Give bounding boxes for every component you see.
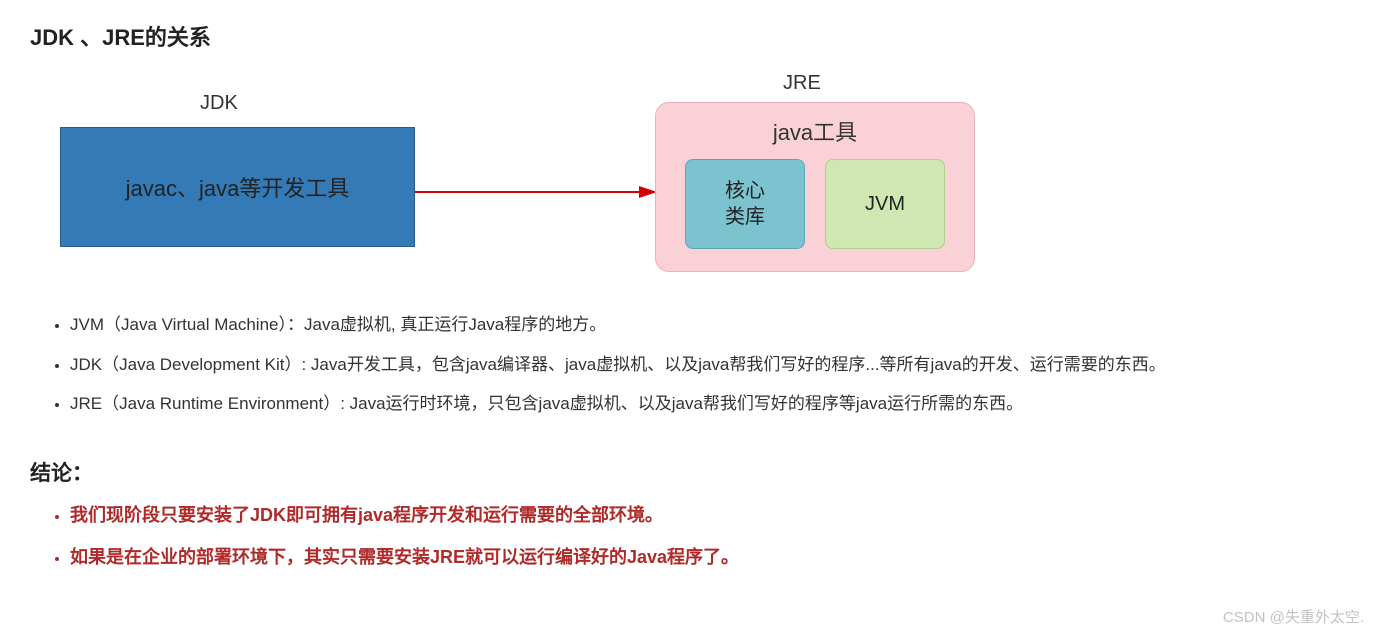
jre-inner-row: 核心 类库 JVM xyxy=(674,159,956,249)
jre-label: JRE xyxy=(783,72,821,95)
core-library-box: 核心 类库 xyxy=(685,159,805,249)
jre-box: java工具 核心 类库 JVM xyxy=(655,102,975,272)
jre-box-heading: java工具 xyxy=(674,115,956,147)
page-title: JDK 、JRE的关系 xyxy=(30,20,1352,52)
watermark-text: CSDN @失重外太空. xyxy=(1223,606,1364,627)
arrow-icon xyxy=(415,185,657,197)
list-item: 我们现阶段只要安装了JDK即可拥有java程序开发和运行需要的全部环境。 xyxy=(70,501,1352,530)
list-item: JVM（Java Virtual Machine）：Java虚拟机, 真正运行J… xyxy=(70,312,1352,338)
jdk-label: JDK xyxy=(200,92,238,115)
conclusion-heading: 结论： xyxy=(30,457,1352,487)
definitions-list: JVM（Java Virtual Machine）：Java虚拟机, 真正运行J… xyxy=(30,312,1352,417)
jdk-box-text: javac、java等开发工具 xyxy=(126,171,350,203)
list-item: 如果是在企业的部署环境下，其实只需要安装JRE就可以运行编译好的Java程序了。 xyxy=(70,543,1352,572)
list-item: JRE（Java Runtime Environment）: Java运行时环境… xyxy=(70,391,1352,417)
jdk-jre-diagram: JDK JRE javac、java等开发工具 java工具 核心 类库 JVM xyxy=(30,72,1352,292)
conclusions-list: 我们现阶段只要安装了JDK即可拥有java程序开发和运行需要的全部环境。 如果是… xyxy=(30,501,1352,573)
jvm-box: JVM xyxy=(825,159,945,249)
jdk-box: javac、java等开发工具 xyxy=(60,127,415,247)
list-item: JDK（Java Development Kit）: Java开发工具，包含ja… xyxy=(70,352,1352,378)
